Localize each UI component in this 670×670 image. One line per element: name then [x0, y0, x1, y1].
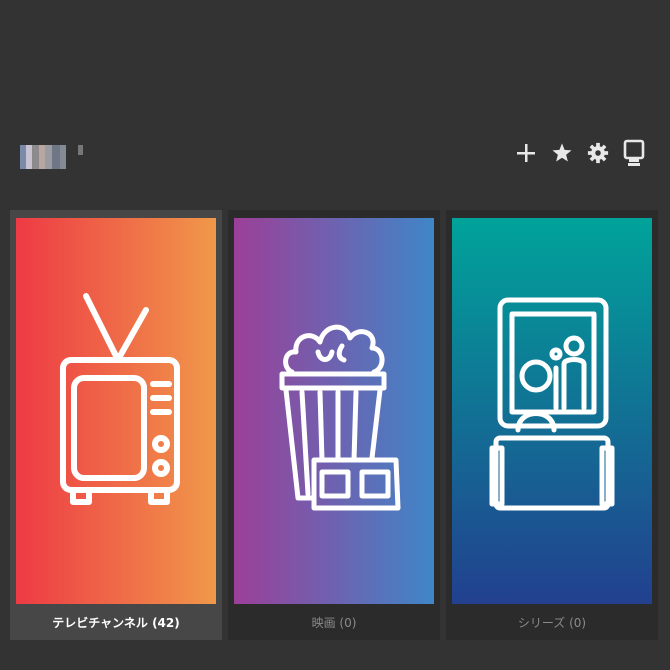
category-tile-series[interactable]: シリーズ (0)	[446, 210, 658, 640]
tile-background	[452, 218, 652, 604]
plus-icon[interactable]	[514, 138, 538, 168]
tile-label: 映画 (0)	[311, 615, 357, 630]
cinema-viewer-icon	[489, 297, 615, 511]
app-logo	[20, 145, 83, 169]
category-grid: テレビチャンネル (42) 映画 (0) シリーズ (0)	[10, 210, 660, 640]
gear-icon[interactable]	[586, 138, 610, 168]
tile-label: シリーズ (0)	[517, 615, 587, 630]
popcorn-3d-glasses-icon	[279, 324, 401, 511]
top-bar	[0, 0, 670, 210]
tile-background	[16, 218, 216, 604]
category-tile-tv-channels[interactable]: テレビチャンネル (42)	[10, 210, 222, 640]
toolbar	[514, 138, 646, 168]
star-icon[interactable]	[550, 138, 574, 168]
tile-label: テレビチャンネル (42)	[52, 615, 180, 630]
monitor-icon[interactable]	[622, 138, 646, 168]
category-tile-movies[interactable]: 映画 (0)	[228, 210, 440, 640]
tile-background	[234, 218, 434, 604]
tv-icon	[60, 293, 180, 505]
